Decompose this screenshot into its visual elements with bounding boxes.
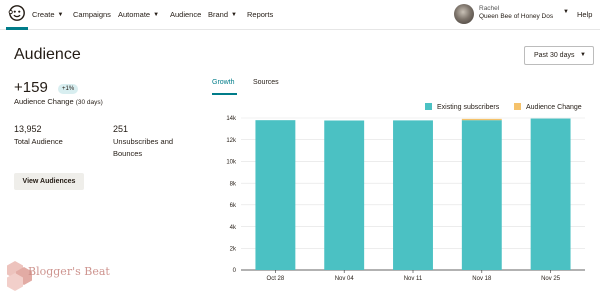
- nav-automate[interactable]: Automate ▼: [118, 10, 159, 19]
- chevron-down-icon: ▼: [153, 12, 160, 18]
- y-tick-label: 10k: [226, 160, 237, 166]
- total-audience-label: Total Audience: [14, 137, 63, 146]
- y-tick-label: 12k: [226, 138, 237, 144]
- bar-audience-change: [461, 118, 502, 121]
- y-tick-label: 4k: [230, 225, 237, 231]
- bar-existing-subscribers: [393, 120, 433, 270]
- y-tick-label: 0: [233, 268, 237, 274]
- tab-growth[interactable]: Growth: [212, 79, 235, 86]
- x-tick-label: Nov 11: [404, 276, 423, 282]
- nav-campaigns-label: Campaigns: [73, 10, 111, 19]
- date-range-select[interactable]: Past 30 days ▼: [524, 46, 594, 65]
- active-tab-underline: [212, 93, 237, 95]
- avatar[interactable]: [454, 4, 474, 24]
- audience-change-period: (30 days): [75, 99, 103, 106]
- top-navigation-bar: Create ▼ Campaigns Automate ▼ Audience Bra…: [0, 0, 600, 30]
- total-audience-number: 13,952: [14, 124, 42, 134]
- chevron-down-icon[interactable]: ▼: [563, 9, 569, 15]
- x-tick-label: Nov 18: [472, 276, 492, 282]
- bar-existing-subscribers: [255, 120, 296, 270]
- nav-reports-label: Reports: [247, 10, 274, 19]
- date-range-value: Past 30 days: [534, 52, 575, 59]
- y-tick-label: 14k: [226, 116, 237, 122]
- nav-brand-label: Brand: [208, 10, 229, 19]
- chevron-down-icon: ▼: [580, 52, 586, 58]
- nav-audience-label: Audience: [170, 10, 202, 19]
- y-tick-label: 2k: [230, 246, 237, 252]
- nav-campaigns[interactable]: Campaigns: [73, 10, 111, 19]
- view-audiences-button[interactable]: View Audiences: [14, 173, 84, 190]
- nav-create-label: Create: [32, 10, 55, 19]
- audience-change-label-text: Audience Change: [14, 97, 74, 106]
- x-tick-label: Nov 25: [541, 276, 561, 282]
- x-tick-label: Oct 28: [267, 276, 285, 282]
- legend-swatch-existing: [425, 103, 432, 110]
- help-link[interactable]: Help: [577, 10, 592, 19]
- bar-existing-subscribers: [530, 118, 571, 271]
- change-percent-badge: +1%: [58, 84, 79, 94]
- unsubscribes-label: Unsubscribes and Bounces: [113, 137, 174, 158]
- bar-existing-subscribers: [324, 120, 365, 270]
- growth-chart: 0 2k 4k 6k 8k 10k 12k 14k Oct 28 Nov 04 Nov 11 Nov …: [226, 116, 585, 282]
- nav-reports[interactable]: Reports: [247, 10, 273, 19]
- chevron-down-icon: ▼: [231, 12, 237, 18]
- audience-change-label: Audience Change (30 days): [14, 97, 103, 106]
- nav-audience[interactable]: Audience: [170, 10, 201, 19]
- user-name[interactable]: Rachel: [479, 5, 499, 12]
- active-logo-underline: [6, 27, 28, 30]
- y-tick-label: 8k: [230, 181, 237, 187]
- bar-existing-subscribers: [461, 120, 502, 270]
- y-tick-label: 6k: [230, 203, 237, 209]
- unsubscribes-number: 251: [113, 124, 129, 134]
- user-org[interactable]: Queen Bee of Honey Dos: [479, 13, 553, 20]
- watermark-text: Blogger's Beat: [28, 265, 110, 278]
- tab-sources[interactable]: Sources: [253, 79, 279, 86]
- nav-brand[interactable]: Brand ▼: [208, 10, 237, 19]
- audience-change-number: +159: [14, 79, 48, 96]
- page-title: Audience: [14, 46, 81, 63]
- legend-swatch-change: [514, 103, 521, 110]
- mailchimp-logo-icon[interactable]: [8, 4, 26, 22]
- x-tick-label: Nov 04: [335, 276, 355, 282]
- chevron-down-icon: ▼: [57, 12, 64, 18]
- nav-create[interactable]: Create ▼: [32, 10, 63, 19]
- nav-automate-label: Automate: [118, 10, 151, 19]
